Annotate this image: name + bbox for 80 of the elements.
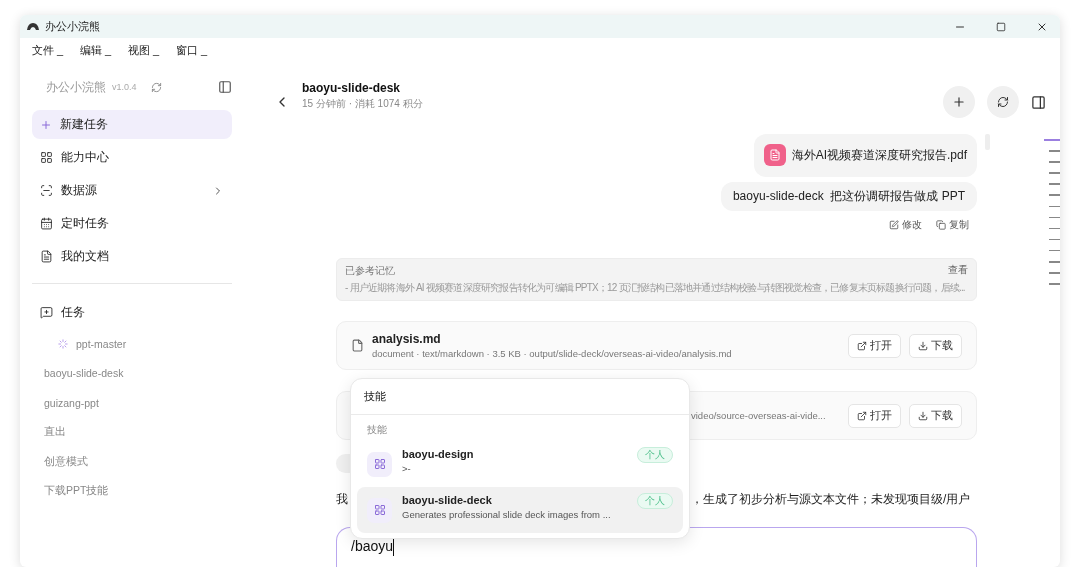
- file-meta: document · text/markdown · 3.5 KB · output/slide-deck/overseas-ai-video/analysis.md: [372, 348, 733, 360]
- task-item[interactable]: ppt-master: [32, 329, 232, 359]
- version-label: v1.0.4: [112, 82, 137, 92]
- copy-icon: [936, 220, 946, 231]
- sidebar-toggle-icon[interactable]: [218, 80, 232, 94]
- refresh-icon[interactable]: [150, 81, 162, 93]
- file-action-button[interactable]: 下载: [909, 403, 962, 428]
- message-action-button[interactable]: 修改: [889, 218, 922, 233]
- chat-icon: [40, 306, 53, 319]
- task-subtitle: 15 分钟前 · 消耗 1074 积分: [302, 97, 424, 111]
- scan-icon: [40, 184, 53, 197]
- skill-item[interactable]: baoyu-design >- 个人: [357, 441, 683, 487]
- skill-description: >-: [402, 463, 412, 474]
- task-item[interactable]: 直出: [32, 417, 232, 447]
- memory-title: 已参考记忆: [345, 264, 395, 279]
- app-name: 办公小浣熊: [46, 78, 106, 96]
- task-item[interactable]: 下载PPT技能: [32, 476, 232, 506]
- menu-item[interactable]: 视图 _: [128, 42, 176, 58]
- spinner-icon: [58, 338, 68, 349]
- reply-text: 我: [336, 491, 348, 509]
- new-task-button[interactable]: 新建任务: [32, 110, 232, 139]
- sidebar-item[interactable]: 定时任务: [32, 207, 232, 240]
- refresh-button[interactable]: [987, 86, 1019, 118]
- task-item[interactable]: baoyu-slide-desk: [32, 358, 232, 388]
- file-action-button[interactable]: 下载: [909, 333, 962, 358]
- menu-item[interactable]: 文件 _: [32, 42, 80, 58]
- grid-icon: [373, 458, 386, 470]
- section-label: 技能: [366, 423, 388, 437]
- file-action-button[interactable]: 打开: [848, 403, 901, 428]
- plus-icon: [952, 95, 966, 109]
- sidebar-item[interactable]: 我的文档: [32, 240, 232, 273]
- sidebar-item[interactable]: 数据源: [32, 174, 232, 207]
- timeline-tick[interactable]: [1049, 249, 1060, 252]
- menu-item[interactable]: 编辑 _: [80, 42, 128, 58]
- message-action-button[interactable]: 复制: [936, 218, 969, 233]
- file-meta: video/source-overseas-ai-vide...: [690, 410, 827, 421]
- refresh-icon: [997, 96, 1009, 108]
- memory-text: - 用户近期将海外 AI 视频赛道深度研究报告转化为可编辑 PPTX；12 页汇报结构已落地并通过结构校验与转图视觉检查，已修复末页标题换行问题，后续...: [345, 281, 965, 296]
- timeline-tick[interactable]: [1049, 205, 1060, 208]
- file-icon: [351, 339, 364, 353]
- skill-name: baoyu-slide-deck: [402, 494, 493, 506]
- user-message: baoyu-slide-deck 把这份调研报告做成 PPT: [720, 181, 977, 212]
- calendar-icon: [40, 217, 53, 230]
- sidebar-item[interactable]: 能力中心: [32, 141, 232, 174]
- tag: 个人: [637, 447, 673, 463]
- tasks-heading[interactable]: 任务: [32, 296, 232, 329]
- download-icon: [918, 410, 928, 421]
- popup-title: 技能: [351, 379, 689, 415]
- menu-item[interactable]: 窗口 _: [176, 42, 224, 58]
- window-title: 办公小浣熊: [45, 19, 101, 34]
- file-name: analysis.md: [372, 332, 442, 347]
- timeline-tick[interactable]: [1049, 238, 1060, 241]
- add-button[interactable]: [943, 86, 975, 118]
- external-link-icon: [857, 340, 867, 351]
- attachment-name: 海外AI视频赛道深度研究报告.pdf: [791, 146, 967, 164]
- grid-icon: [373, 504, 386, 516]
- edit-icon: [889, 220, 899, 231]
- grid-icon: [40, 151, 53, 164]
- document-icon: [40, 250, 53, 263]
- timeline-tick[interactable]: [1049, 227, 1060, 230]
- view-link[interactable]: 查看: [948, 264, 968, 279]
- task-item[interactable]: guizang-ppt: [32, 388, 232, 418]
- app-logo-icon: [26, 21, 40, 32]
- panel-icon: [1031, 94, 1046, 110]
- skill-description: Generates professional slide deck images from ...: [402, 509, 612, 520]
- file-action-button[interactable]: 打开: [848, 333, 901, 358]
- attachment-card[interactable]: 海外AI视频赛道深度研究报告.pdf: [753, 134, 977, 177]
- external-link-icon: [857, 410, 867, 421]
- plus-icon: [40, 118, 52, 131]
- maximize-icon[interactable]: [996, 21, 1006, 32]
- panel-toggle-button[interactable]: [1031, 94, 1046, 110]
- timeline-tick[interactable]: [1049, 216, 1060, 219]
- download-icon: [918, 340, 928, 351]
- skill-item[interactable]: baoyu-slide-deck Generates professional slide deck images from ... 个人: [357, 487, 683, 533]
- task-item[interactable]: 创意模式: [32, 447, 232, 477]
- skill-name: baoyu-design: [402, 448, 475, 460]
- tag: 个人: [637, 493, 673, 509]
- document-icon: [768, 149, 781, 162]
- task-title: baoyu-slide-desk: [302, 81, 402, 95]
- reply-text: ，生成了初步分析与源文本文件；未发现项目级/用户: [691, 491, 971, 509]
